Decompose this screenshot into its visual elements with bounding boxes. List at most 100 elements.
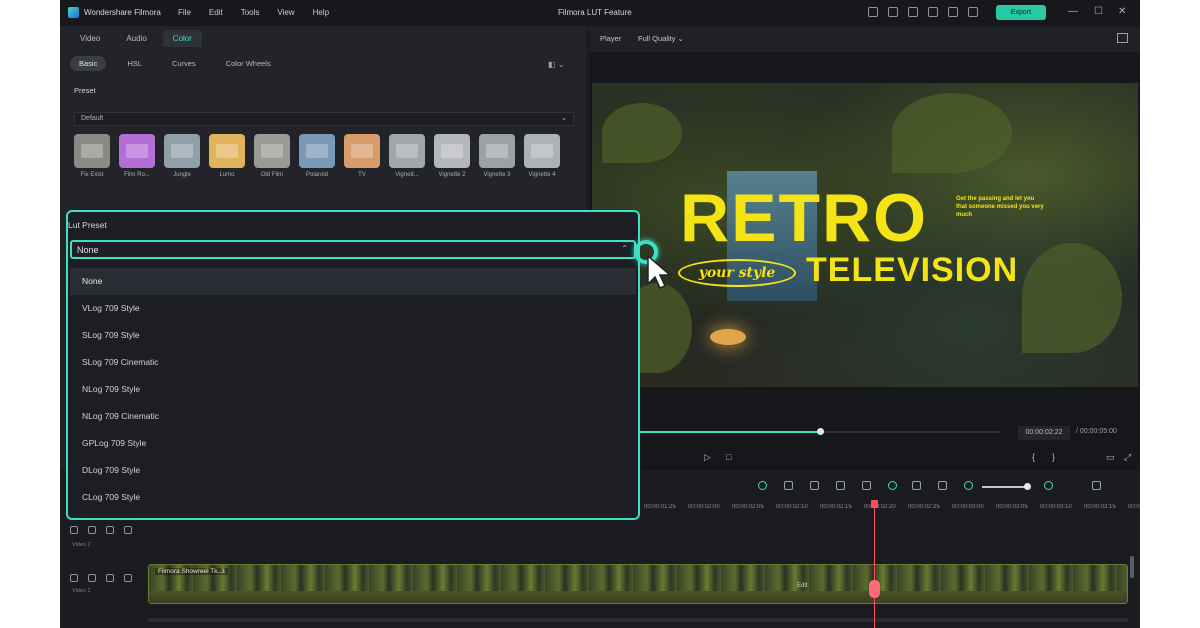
ai-tool-icon[interactable] (758, 481, 767, 490)
shield-icon[interactable] (810, 481, 819, 490)
snapshot-icon[interactable] (1117, 33, 1128, 43)
vertical-scrollbar[interactable] (1130, 556, 1134, 578)
preset-thumbnail[interactable]: Fix Exist (74, 134, 110, 178)
close-icon[interactable]: ✕ (1118, 6, 1126, 17)
minimize-icon[interactable]: — (1068, 6, 1078, 17)
clip-edit-label[interactable]: Edit (797, 583, 807, 589)
tab-video[interactable]: Video (70, 30, 110, 47)
track-label: Video 2 (72, 542, 91, 548)
overlay-title: RETRO (680, 180, 928, 256)
zoom-knob[interactable] (1024, 483, 1031, 490)
preset-thumbnail[interactable]: Vignette 3 (479, 134, 515, 178)
track-controls (70, 526, 132, 534)
folder-icon[interactable] (88, 574, 96, 582)
lut-option[interactable]: SLog 709 Cinematic (70, 349, 636, 376)
playhead[interactable] (874, 500, 875, 628)
microphone-icon[interactable] (836, 481, 845, 490)
subtab-basic[interactable]: Basic (70, 56, 107, 71)
list-icon[interactable] (862, 481, 871, 490)
mark-in-icon[interactable]: { (1032, 452, 1035, 462)
preset-thumbnail-label: Polaroid (305, 172, 328, 178)
fullscreen-icon[interactable]: ⤢ (1124, 452, 1131, 463)
download-icon[interactable] (968, 7, 978, 17)
lut-option[interactable]: GPLog 709 Style (70, 430, 636, 457)
playhead-handle[interactable] (869, 580, 880, 598)
lock-icon[interactable] (106, 574, 114, 582)
lut-preset-popup: Lut Preset None ⌃ None VLog 709 Style SLog… (66, 210, 640, 520)
zoom-slider[interactable] (982, 486, 1028, 488)
tab-audio[interactable]: Audio (116, 30, 156, 47)
preset-thumbnail[interactable]: Vignette 2 (434, 134, 470, 178)
preset-thumbnail-image (119, 134, 155, 168)
lut-option[interactable]: CLog 709 Style (70, 484, 636, 511)
ruler-tick-label: 00:00:03:20 (1128, 504, 1140, 510)
subtab-color-wheels[interactable]: Color Wheels (217, 56, 280, 71)
monitor-icon[interactable] (868, 7, 878, 17)
subtab-hsl[interactable]: HSL (118, 56, 151, 71)
display-icon[interactable]: ▭ (1106, 452, 1115, 463)
mouse-cursor-icon (647, 254, 672, 289)
lut-option[interactable]: NLog 709 Cinematic (70, 403, 636, 430)
menu-help[interactable]: Help (313, 8, 329, 17)
tab-color[interactable]: Color (162, 30, 202, 47)
playback-progress[interactable] (590, 428, 1000, 435)
preset-thumbnail[interactable]: Old Film (254, 134, 290, 178)
menu-file[interactable]: File (178, 8, 191, 17)
preset-thumbnail[interactable]: Vignette 4 (524, 134, 560, 178)
app-window: Wondershare Filmora File Edit Tools View… (60, 0, 1140, 628)
stop-icon[interactable]: □ (726, 452, 731, 462)
preset-thumbnail[interactable]: Polaroid (299, 134, 335, 178)
lut-option[interactable]: NLog 709 Style (70, 376, 636, 403)
save-icon[interactable] (908, 7, 918, 17)
lut-preset-select[interactable]: None ⌃ (70, 240, 636, 259)
layout-icon[interactable] (888, 7, 898, 17)
compare-icon[interactable]: ◧ ⌄ (548, 60, 564, 69)
ruler-tick-label: 00:00:03:05 (996, 504, 1028, 510)
headphones-icon[interactable] (928, 7, 938, 17)
lut-option[interactable]: None (70, 268, 636, 295)
preset-thumbnail[interactable]: Vignett... (389, 134, 425, 178)
menu-view[interactable]: View (277, 8, 294, 17)
zoom-in-icon[interactable] (1044, 481, 1053, 490)
grid-icon[interactable] (938, 481, 947, 490)
video-clip[interactable]: Filmora Showreel Tk..3 Edit (148, 564, 1128, 604)
preset-thumbnail[interactable]: Jungle (164, 134, 200, 178)
folder-icon[interactable] (88, 526, 96, 534)
notification-icon[interactable] (948, 7, 958, 17)
total-time: / 00:00:05:00 (1076, 428, 1117, 435)
preset-thumbnail[interactable]: Film Ro... (119, 134, 155, 178)
preset-thumbnail[interactable]: Lumo (209, 134, 245, 178)
preset-thumbnail[interactable]: TV (344, 134, 380, 178)
video-preview[interactable]: RETRO Get the passing and let you that s… (592, 83, 1138, 387)
menu-edit[interactable]: Edit (209, 8, 223, 17)
quality-select[interactable]: Full Quality ⌄ (638, 34, 684, 43)
eye-icon[interactable] (124, 526, 132, 534)
play-icon[interactable]: ▷ (704, 452, 711, 463)
record-icon[interactable] (784, 481, 793, 490)
mark-out-icon[interactable]: } (1052, 452, 1055, 462)
preset-thumbnail-label: TV (358, 172, 366, 178)
maximize-icon[interactable]: ☐ (1094, 6, 1103, 17)
preset-thumbnail-image (209, 134, 245, 168)
layout-toggle-icon[interactable] (1092, 481, 1101, 490)
lut-option[interactable]: SLog 709 Style (70, 322, 636, 349)
player-panel: Player Full Quality ⌄ RETRO Get the pass… (590, 26, 1140, 470)
zoom-out-icon[interactable] (964, 481, 973, 490)
pip-icon[interactable] (912, 481, 921, 490)
track-controls (70, 574, 132, 582)
lut-option[interactable]: DLog 709 Style (70, 457, 636, 484)
color-match-icon[interactable] (888, 481, 897, 490)
lock-icon[interactable] (106, 526, 114, 534)
clip-name: Filmora Showreel Tk..3 (155, 568, 228, 575)
playhead-marker[interactable] (871, 500, 878, 508)
track-type-icon (70, 574, 78, 582)
horizontal-scrollbar[interactable] (148, 618, 1128, 622)
menu-tools[interactable]: Tools (241, 8, 260, 17)
lut-option[interactable]: VLog 709 Style (70, 295, 636, 322)
export-button[interactable]: Export (996, 5, 1046, 20)
subtab-curves[interactable]: Curves (163, 56, 205, 71)
timeline-ruler[interactable]: 00:00:01:25 00:00:02:00 00:00:02:05 00:00:0… (644, 504, 1140, 516)
eye-icon[interactable] (124, 574, 132, 582)
preset-dropdown[interactable]: Default ⌄ (74, 112, 574, 126)
progress-knob[interactable] (817, 428, 824, 435)
